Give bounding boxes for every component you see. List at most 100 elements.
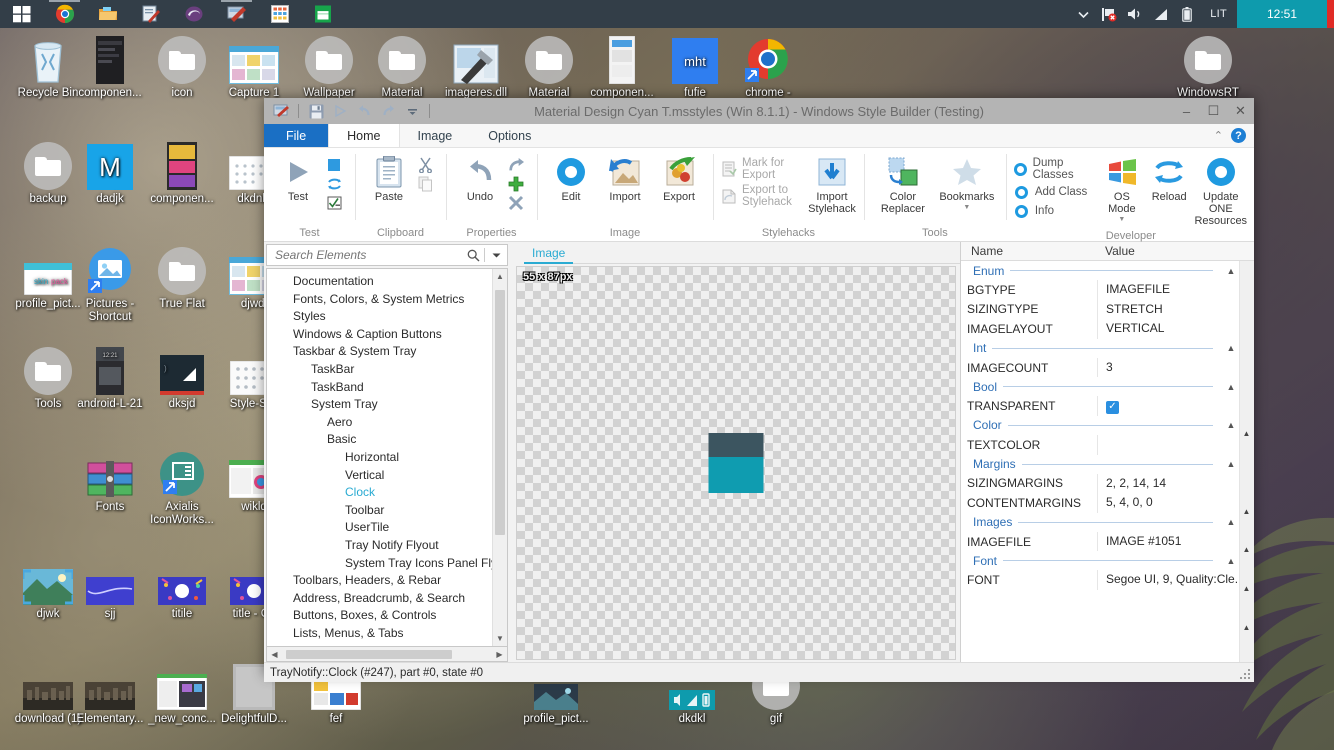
collapse-category-icon[interactable]: ▲	[1239, 618, 1254, 637]
tree-node[interactable]: Lists, Menus, & Tabs	[267, 625, 492, 643]
tree-node[interactable]: Tray Notify Flyout	[267, 537, 492, 555]
scroll-up-icon[interactable]: ▲	[493, 269, 507, 284]
run-icon[interactable]	[329, 101, 351, 121]
signal-icon[interactable]	[1148, 0, 1174, 28]
checkbox-item[interactable]	[326, 195, 347, 211]
undo-icon[interactable]	[353, 101, 375, 121]
property-row[interactable]: IMAGEFILE IMAGE #1051	[961, 531, 1239, 552]
test-button[interactable]: Test	[272, 153, 324, 203]
search-input[interactable]	[267, 248, 462, 262]
save-icon[interactable]	[305, 101, 327, 121]
reload-button[interactable]: Reload	[1147, 153, 1192, 203]
property-value[interactable]: 2, 2, 14, 14	[1097, 473, 1239, 494]
property-category[interactable]: Bool ▲	[961, 377, 1239, 396]
property-value[interactable]: ✓	[1097, 396, 1239, 416]
taskbar-calculator[interactable]	[258, 0, 301, 28]
desktop-icon[interactable]: WindowsRT	[1164, 34, 1252, 100]
clock[interactable]: 12:51	[1237, 0, 1327, 28]
scroll-thumb[interactable]	[495, 290, 505, 535]
taskbar-editor[interactable]	[129, 0, 172, 28]
property-row[interactable]: IMAGECOUNT 3	[961, 357, 1239, 378]
paste-button[interactable]: Paste	[363, 153, 415, 203]
collapse-category-icon[interactable]: ▲	[1239, 502, 1254, 521]
tree-node[interactable]: Styles	[267, 308, 492, 326]
scroll-right-icon[interactable]: ▶	[492, 650, 507, 659]
tree-node[interactable]: Basic	[267, 431, 492, 449]
taskbar-shield[interactable]	[172, 0, 215, 28]
property-row[interactable]: BGTYPE IMAGEFILE	[961, 280, 1239, 300]
property-value[interactable]: VERTICAL	[1097, 319, 1239, 339]
language-indicator[interactable]: LIT	[1200, 0, 1237, 28]
tree-node[interactable]: UserTile	[267, 519, 492, 537]
chevron-up-icon[interactable]: ▲	[1223, 556, 1239, 566]
property-value[interactable]: Segoe UI, 9, Quality:Cle...	[1097, 570, 1239, 590]
sync-arrows-item[interactable]	[326, 176, 347, 192]
network-error-icon[interactable]	[1096, 0, 1122, 28]
property-value[interactable]: 5, 4, 0, 0	[1097, 493, 1239, 513]
scroll-down-icon[interactable]: ▼	[493, 631, 507, 646]
chevron-up-icon[interactable]: ▲	[1223, 382, 1239, 392]
tree-horizontal-scrollbar[interactable]: ◀ ▶	[266, 647, 508, 662]
delete-x-item[interactable]	[508, 195, 529, 211]
properties-vertical-scrollbar[interactable]: ▲▲▲▲▲▲▲	[1239, 261, 1254, 662]
update-one-resources-button[interactable]: Update ONE Resources	[1194, 153, 1248, 227]
taskbar-explorer[interactable]	[86, 0, 129, 28]
scroll-left-icon[interactable]: ◀	[267, 650, 282, 659]
property-value[interactable]	[1097, 434, 1239, 455]
magnifier-icon[interactable]	[462, 245, 484, 265]
property-row[interactable]: TEXTCOLOR	[961, 434, 1239, 455]
taskbar-stylebuilder[interactable]	[215, 0, 258, 28]
battery-icon[interactable]	[1174, 0, 1200, 28]
desktop-icon[interactable]: chrome -	[724, 34, 812, 100]
copy-item[interactable]	[417, 176, 438, 192]
tree-node[interactable]: Aero	[267, 414, 492, 432]
mark-for-export-item[interactable]: Mark for Export	[721, 157, 806, 181]
maximize-button[interactable]: ☐	[1200, 98, 1227, 124]
chevron-up-icon[interactable]: ▲	[1223, 459, 1239, 469]
taskbar-chrome[interactable]	[43, 0, 86, 28]
resize-grip-icon[interactable]	[1239, 668, 1251, 680]
export-button[interactable]: Export	[653, 153, 705, 203]
redo-icon[interactable]	[377, 101, 399, 121]
tree-node[interactable]: System Tray Icons Panel Flyo	[267, 555, 492, 573]
collapse-category-icon[interactable]: ▲	[1239, 579, 1254, 598]
property-value[interactable]: IMAGEFILE	[1097, 280, 1239, 300]
search-dropdown-icon[interactable]	[485, 245, 507, 265]
tree-node[interactable]: TaskBar	[267, 361, 492, 379]
minimize-button[interactable]: –	[1173, 98, 1200, 124]
collapse-category-icon[interactable]: ▲	[1239, 424, 1254, 443]
chevron-up-icon[interactable]: ▲	[1223, 343, 1239, 353]
property-value[interactable]: IMAGE #1051	[1097, 531, 1239, 552]
tab-options[interactable]: Options	[470, 124, 549, 147]
export-to-stylehack-item[interactable]: Export to Stylehack	[721, 184, 806, 208]
checkbox-checked-icon[interactable]: ✓	[1106, 400, 1119, 414]
tree-node[interactable]: Fonts, Colors, & System Metrics	[267, 291, 492, 309]
property-category[interactable]: Color ▲	[961, 416, 1239, 435]
tree-node[interactable]: System Tray	[267, 396, 492, 414]
property-row[interactable]: IMAGELAYOUT VERTICAL	[961, 319, 1239, 339]
tree-node[interactable]: Documentation	[267, 273, 492, 291]
property-category[interactable]: Margins ▲	[961, 455, 1239, 474]
tree-node[interactable]: Windows & Caption Buttons	[267, 326, 492, 344]
bookmarks-button[interactable]: Bookmarks ▼	[936, 153, 998, 211]
tree-node[interactable]: TaskBand	[267, 379, 492, 397]
blue-square-item[interactable]	[326, 157, 347, 173]
tree-node[interactable]: Horizontal	[267, 449, 492, 467]
close-button[interactable]: ✕	[1227, 98, 1254, 124]
property-row[interactable]: SIZINGMARGINS 2, 2, 14, 14	[961, 473, 1239, 494]
customize-qat-icon[interactable]	[401, 101, 423, 121]
property-value[interactable]: STRETCH	[1097, 299, 1239, 320]
image-canvas[interactable]: 55 x 87px	[516, 266, 956, 660]
property-category[interactable]: Font ▲	[961, 551, 1239, 570]
scroll-track[interactable]	[493, 284, 507, 631]
collapse-category-icon[interactable]: ▲	[1239, 540, 1254, 559]
chevron-up-icon[interactable]: ▲	[1223, 266, 1239, 276]
show-desktop-button[interactable]	[1327, 0, 1334, 28]
help-icon[interactable]: ?	[1231, 128, 1246, 143]
chevron-up-icon[interactable]: ▲	[1223, 420, 1239, 430]
property-row[interactable]: FONT Segoe UI, 9, Quality:Cle...	[961, 570, 1239, 590]
property-value[interactable]: 3	[1097, 357, 1239, 378]
tree-vertical-scrollbar[interactable]: ▲ ▼	[492, 269, 507, 646]
color-replacer-button[interactable]: Color Replacer	[872, 153, 934, 215]
import-stylehack-button[interactable]: Import Stylehack	[808, 153, 856, 215]
